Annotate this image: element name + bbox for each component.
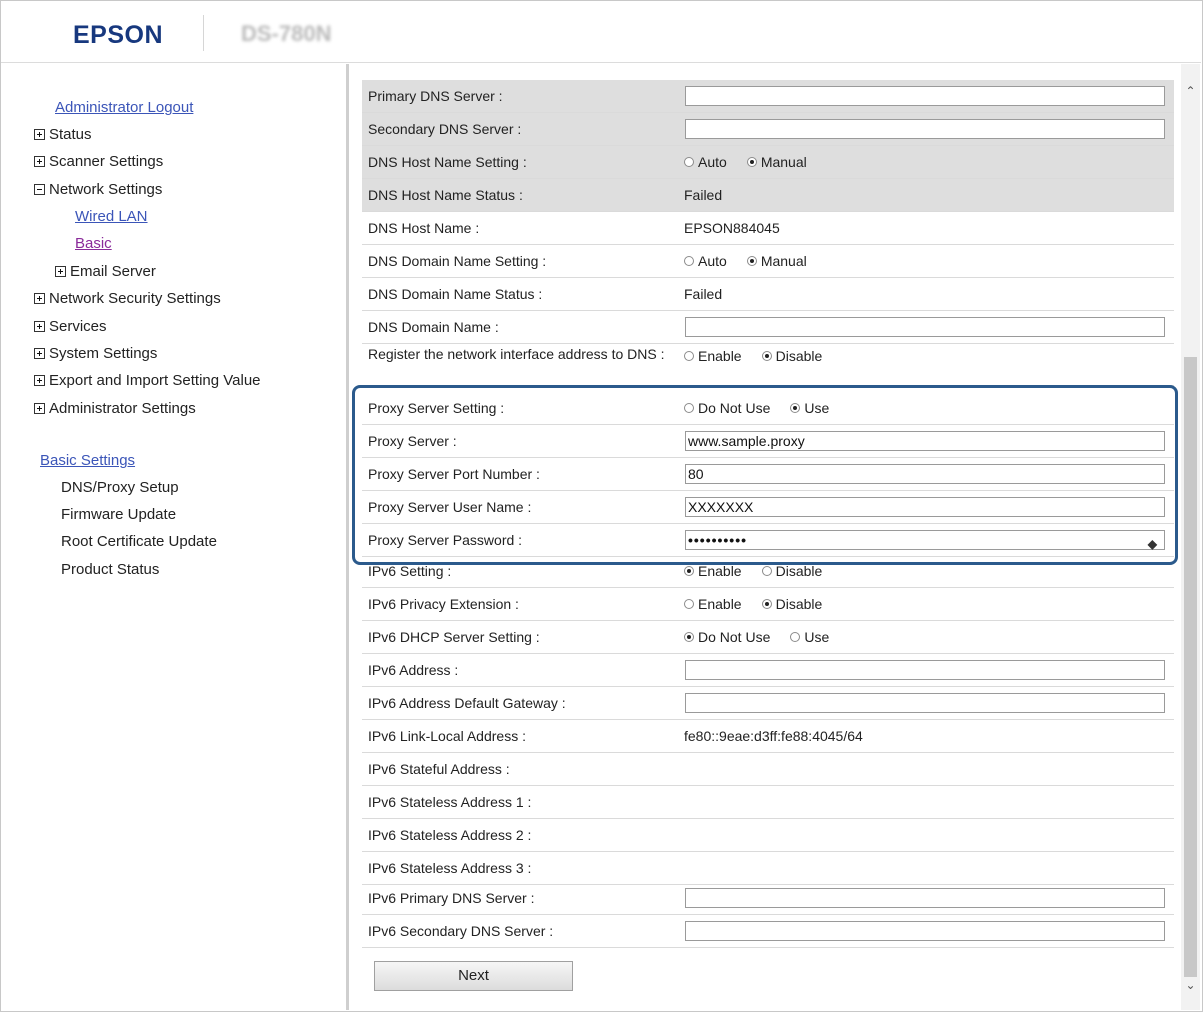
model-name: DS-780N <box>241 21 332 46</box>
sidebar-item-administrator-settings[interactable]: Administrator Settings <box>34 400 196 417</box>
next-button[interactable]: Next <box>374 961 573 991</box>
ipv6-disable-radio[interactable]: Disable <box>761 563 822 579</box>
proxy-do-not-use-radio[interactable]: Do Not Use <box>684 400 770 416</box>
form-row-ipv6-stateful: IPv6 Stateful Address : <box>362 753 1174 786</box>
form-row-ipv6-stateless-2: IPv6 Stateless Address 2 : <box>362 819 1174 852</box>
sidebar-item-basic[interactable]: Basic <box>75 235 112 252</box>
sidebar-item-services[interactable]: Services <box>34 318 107 335</box>
ipv6-gateway-input[interactable] <box>685 693 1165 713</box>
form-row-ipv6-link-local: IPv6 Link-Local Address : fe80::9eae:d3f… <box>362 720 1174 753</box>
scroll-down-icon[interactable]: ⌄ <box>1184 978 1197 992</box>
expand-icon <box>34 348 45 359</box>
form-row-dns-domain-name: DNS Domain Name : <box>362 311 1174 344</box>
ipv6-dhcp-do-not-use-radio[interactable]: Do Not Use <box>684 629 770 645</box>
form-row-proxy-port: Proxy Server Port Number : 80 <box>362 458 1174 491</box>
form-row-dns-domain-setting: DNS Domain Name Setting : Auto Manual <box>362 245 1174 278</box>
form-row-primary-dns: Primary DNS Server : <box>362 80 1174 113</box>
register-dns-disable-radio[interactable]: Disable <box>761 348 822 364</box>
expand-icon <box>34 293 45 304</box>
dns-proxy-setup-link[interactable]: DNS/Proxy Setup <box>61 479 179 496</box>
ipv6-link-local-value: fe80::9eae:d3ff:fe88:4045/64 <box>684 728 863 744</box>
expand-icon <box>34 156 45 167</box>
dns-host-manual-radio[interactable]: Manual <box>746 154 807 170</box>
expand-icon <box>55 266 66 277</box>
firmware-update-link[interactable]: Firmware Update <box>61 506 176 523</box>
app-header: EPSON DS-780N <box>1 1 1201 63</box>
form-row-proxy-password: Proxy Server Password : •••••••••• ◆ <box>362 524 1174 557</box>
expand-icon <box>34 129 45 140</box>
ipv6-dhcp-use-radio[interactable]: Use <box>790 629 829 645</box>
proxy-user-name-input[interactable]: XXXXXXX <box>685 497 1165 517</box>
sidebar-item-scanner-settings[interactable]: Scanner Settings <box>34 153 163 170</box>
ipv6-secondary-dns-input[interactable] <box>685 921 1165 941</box>
dns-domain-auto-radio[interactable]: Auto <box>684 253 727 269</box>
form-row-dns-domain-status: DNS Domain Name Status : Failed <box>362 278 1174 311</box>
form-row-ipv6-stateless-3: IPv6 Stateless Address 3 : <box>362 852 1174 885</box>
form-row-proxy-setting: Proxy Server Setting : Do Not Use Use <box>362 392 1174 425</box>
header-divider <box>203 15 204 51</box>
administrator-logout-link[interactable]: Administrator Logout <box>55 99 193 116</box>
proxy-use-radio[interactable]: Use <box>790 400 829 416</box>
ipv6-address-input[interactable] <box>685 660 1165 680</box>
form-row-ipv6-secondary-dns: IPv6 Secondary DNS Server : <box>362 915 1174 948</box>
expand-icon <box>34 403 45 414</box>
scrollbar-thumb[interactable] <box>1184 357 1197 977</box>
form-row-register-dns: Register the network interface address t… <box>362 344 1174 386</box>
form-row-proxy-server: Proxy Server : www.sample.proxy <box>362 425 1174 458</box>
dns-domain-manual-radio[interactable]: Manual <box>746 253 807 269</box>
dns-host-auto-radio[interactable]: Auto <box>684 154 727 170</box>
expand-icon <box>34 321 45 332</box>
ipv6-enable-radio[interactable]: Enable <box>684 563 742 579</box>
form-row-ipv6-dhcp: IPv6 DHCP Server Setting : Do Not Use Us… <box>362 621 1174 654</box>
dns-host-name-value: EPSON884045 <box>684 220 780 236</box>
sidebar-item-status[interactable]: Status <box>34 126 92 143</box>
form-row-proxy-user: Proxy Server User Name : XXXXXXX <box>362 491 1174 524</box>
sidebar-item-network-settings[interactable]: Network Settings <box>34 181 162 198</box>
dns-domain-status: Failed <box>684 286 723 302</box>
dns-host-name-status: Failed <box>684 187 723 203</box>
sidebar-item-export-import[interactable]: Export and Import Setting Value <box>34 372 261 389</box>
primary-dns-input[interactable] <box>685 86 1165 106</box>
sidebar-item-system-settings[interactable]: System Settings <box>34 345 157 362</box>
epson-logo: EPSON <box>73 21 164 49</box>
form-row-ipv6-gateway: IPv6 Address Default Gateway : <box>362 687 1174 720</box>
form-row-dns-host-name: DNS Host Name : EPSON884045 <box>362 212 1174 245</box>
form-row-ipv6-address: IPv6 Address : <box>362 654 1174 687</box>
sidebar-item-network-security-settings[interactable]: Network Security Settings <box>34 290 221 307</box>
scroll-up-icon[interactable]: ⌃ <box>1184 84 1197 98</box>
ipv6-primary-dns-input[interactable] <box>685 888 1165 908</box>
form-row-ipv6-setting: IPv6 Setting : Enable Disable <box>362 561 1174 588</box>
form-row-ipv6-privacy: IPv6 Privacy Extension : Enable Disable <box>362 588 1174 621</box>
reveal-password-icon[interactable]: ◆ <box>1148 535 1158 553</box>
product-status-link[interactable]: Product Status <box>61 561 159 578</box>
form-row-dns-host-name-status: DNS Host Name Status : Failed <box>362 179 1174 212</box>
basic-settings-link[interactable]: Basic Settings <box>40 452 135 469</box>
sidebar-item-email-server[interactable]: Email Server <box>55 263 156 280</box>
form-row-ipv6-primary-dns: IPv6 Primary DNS Server : <box>362 882 1174 915</box>
proxy-port-input[interactable]: 80 <box>685 464 1165 484</box>
collapse-icon <box>34 184 45 195</box>
secondary-dns-input[interactable] <box>685 119 1165 139</box>
expand-icon <box>34 375 45 386</box>
root-certificate-update-link[interactable]: Root Certificate Update <box>61 533 217 550</box>
form-row-ipv6-stateless-1: IPv6 Stateless Address 1 : <box>362 786 1174 819</box>
proxy-password-input[interactable]: •••••••••• ◆ <box>685 530 1165 553</box>
form-row-dns-host-name-setting: DNS Host Name Setting : Auto Manual <box>362 146 1174 179</box>
form-row-secondary-dns: Secondary DNS Server : <box>362 113 1174 146</box>
proxy-server-input[interactable]: www.sample.proxy <box>685 431 1165 451</box>
ipv6-privacy-enable-radio[interactable]: Enable <box>684 596 742 612</box>
ipv6-privacy-disable-radio[interactable]: Disable <box>761 596 822 612</box>
register-dns-enable-radio[interactable]: Enable <box>684 348 742 364</box>
dns-domain-name-input[interactable] <box>685 317 1165 337</box>
sidebar-item-wired-lan[interactable]: Wired LAN <box>75 208 148 225</box>
